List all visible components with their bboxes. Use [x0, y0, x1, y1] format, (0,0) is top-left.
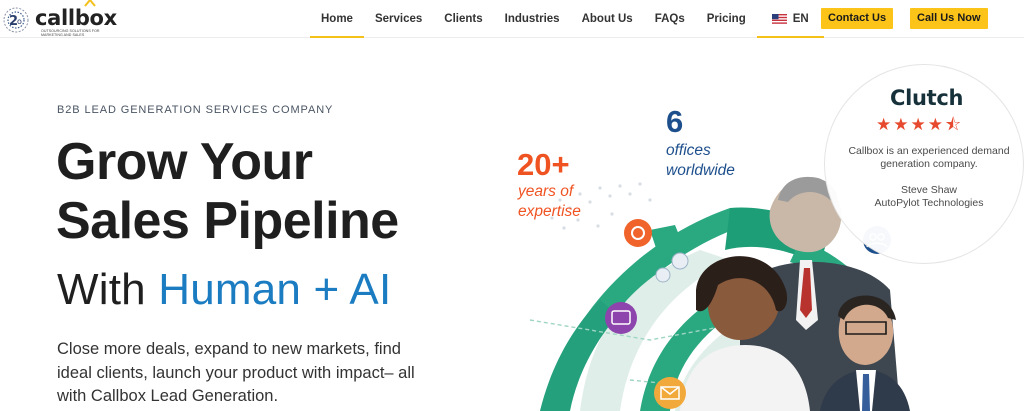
nav-pricing[interactable]: Pricing [696, 0, 757, 38]
clutch-logo: Clutch [890, 86, 964, 110]
nav-industries[interactable]: Industries [494, 0, 571, 38]
logo-tagline: OUTSOURCING SOLUTIONS FOR MARKETING AND … [41, 29, 100, 37]
nav-home[interactable]: Home [310, 0, 364, 38]
offices-label-line-2: worldwide [666, 162, 735, 179]
nav-clients[interactable]: Clients [433, 0, 493, 38]
headline-line-2: Sales Pipeline [56, 192, 399, 250]
reviewer-name: Steve Shaw [900, 184, 958, 196]
us-flag-icon [771, 14, 787, 24]
offices-stat-value: 6 [666, 104, 684, 139]
nav-about-us[interactable]: About Us [571, 0, 644, 38]
nav-faqs[interactable]: FAQs [644, 0, 696, 38]
years-stat-value: 20+ [517, 147, 570, 182]
callbox-logo-icon: 2 o [3, 7, 29, 33]
subhead-accent: Human + AI [158, 265, 392, 314]
review-quote: Callbox is an experienced demand generat… [848, 145, 1010, 170]
offices-stat-label: offices worldwide [666, 141, 735, 181]
support-icon [624, 219, 652, 247]
subhead-prefix: With [57, 265, 159, 314]
contact-us-button[interactable]: Contact Us [821, 8, 894, 29]
mail-icon [654, 377, 686, 409]
years-label-line-2: expertise [518, 203, 581, 220]
language-label: EN [792, 13, 809, 25]
years-stat-label: years of expertise [518, 182, 581, 222]
star-rating: ★★★★⯪ [876, 115, 964, 134]
chat-icon [605, 302, 637, 334]
hero-eyebrow: B2B LEAD GENERATION SERVICES COMPANY [57, 104, 334, 116]
offices-label-line-1: offices [666, 142, 711, 159]
reviewer-info: Steve Shaw AutoPylot Technologies [834, 184, 1024, 210]
main-nav: Home Services Clients Industries About U… [310, 0, 824, 38]
hero-headline: Grow Your Sales Pipeline [56, 133, 399, 251]
call-us-now-button[interactable]: Call Us Now [910, 8, 988, 29]
headline-line-1: Grow Your [56, 133, 313, 191]
hero-description: Close more deals, expand to new markets,… [57, 340, 415, 405]
site-header: 2 o callbox OUTSOURCING SOLUTIONS FOR MA… [0, 0, 1024, 38]
reviewer-company: AutoPylot Technologies [874, 197, 984, 209]
hero-subhead: With Human + AI [57, 263, 391, 317]
callbox-logo[interactable]: 2 o callbox OUTSOURCING SOLUTIONS FOR MA… [2, 0, 117, 37]
clutch-review-card[interactable]: Clutch ★★★★⯪ Callbox is an experienced d… [824, 64, 1024, 264]
years-label-line-1: years of [518, 183, 574, 200]
language-selector[interactable]: EN [756, 0, 824, 38]
logo-text: callbox [35, 6, 117, 30]
nav-services[interactable]: Services [364, 0, 433, 38]
svg-text:o: o [17, 17, 22, 26]
